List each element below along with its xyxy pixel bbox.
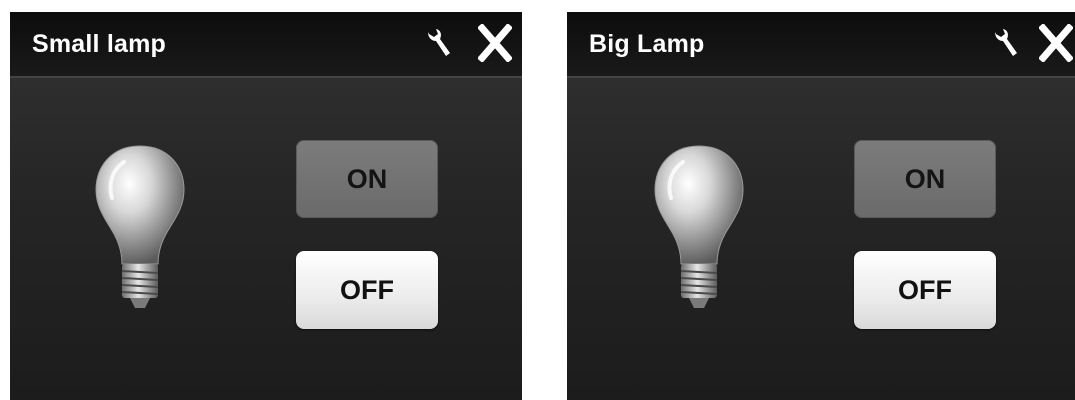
off-button[interactable]: OFF bbox=[854, 251, 996, 329]
wrench-icon[interactable] bbox=[424, 28, 452, 60]
lamp-panel-small: Small lamp ON OFF bbox=[10, 12, 522, 400]
wrench-icon[interactable] bbox=[991, 28, 1019, 60]
light-bulb-icon bbox=[95, 145, 185, 308]
light-bulb-icon bbox=[654, 145, 744, 308]
on-button[interactable]: ON bbox=[854, 140, 996, 218]
close-icon[interactable] bbox=[478, 24, 512, 62]
on-button[interactable]: ON bbox=[296, 140, 438, 218]
close-icon[interactable] bbox=[1039, 24, 1073, 62]
lamp-panel-big: Big Lamp ON OFF bbox=[567, 12, 1075, 400]
panel-titlebar: Big Lamp bbox=[567, 12, 1075, 78]
panel-title: Small lamp bbox=[32, 30, 166, 58]
panel-titlebar: Small lamp bbox=[10, 12, 522, 78]
panel-title: Big Lamp bbox=[589, 30, 705, 58]
off-button[interactable]: OFF bbox=[296, 251, 438, 329]
